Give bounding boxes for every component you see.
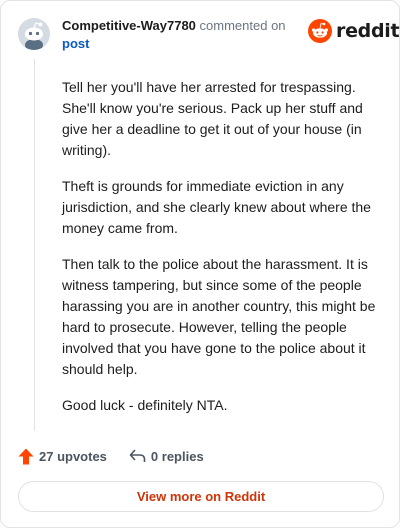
reply-button[interactable]: 0 replies — [129, 448, 204, 464]
view-more-button[interactable]: View more on Reddit — [18, 481, 384, 512]
reddit-logo-icon — [308, 19, 332, 43]
comment-embed-card: Competitive-Way7780 commented on post re… — [0, 0, 400, 528]
comment-actions: 27 upvotes 0 replies — [18, 445, 204, 467]
upvote-arrow-icon — [18, 448, 34, 464]
reddit-wordmark: reddit — [336, 20, 400, 42]
post-link[interactable]: post — [62, 36, 89, 51]
comment-paragraph: Theft is grounds for immediate eviction … — [62, 178, 371, 236]
comment-body: Tell her you'll have her arrested for tr… — [62, 77, 384, 431]
commented-on-text: commented on — [199, 18, 286, 33]
comment-paragraph: Then talk to the police about the harass… — [62, 256, 376, 377]
avatar[interactable] — [18, 18, 50, 50]
comment-paragraph: Good luck - definitely NTA. — [62, 397, 228, 413]
reddit-brand[interactable]: reddit — [308, 19, 400, 43]
author-link[interactable]: Competitive-Way7780 — [62, 18, 196, 33]
comment-paragraph: Tell her you'll have her arrested for tr… — [62, 79, 363, 158]
comment-byline: Competitive-Way7780 commented on post — [62, 17, 302, 53]
upvote-button[interactable]: 27 upvotes — [18, 448, 107, 465]
reply-arrow-icon — [129, 449, 146, 462]
reply-count: 0 replies — [150, 448, 204, 464]
thread-line — [34, 59, 35, 431]
snoo-avatar-icon — [18, 18, 50, 50]
upvote-count: 27 upvotes — [39, 448, 107, 464]
